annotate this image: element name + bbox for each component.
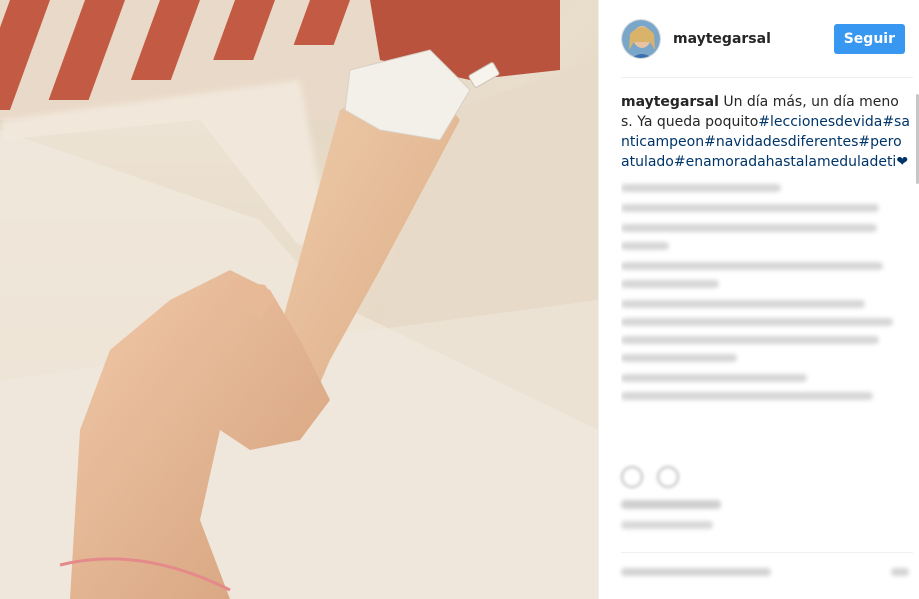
comment bbox=[621, 300, 910, 362]
more-options-icon[interactable] bbox=[891, 568, 909, 576]
post-photo[interactable] bbox=[0, 0, 598, 599]
blurred-comment-line bbox=[621, 392, 873, 400]
post-image bbox=[0, 0, 598, 599]
hashtag[interactable]: #enamoradahastalameduladeti bbox=[674, 154, 896, 170]
caption-username[interactable]: maytegarsal bbox=[621, 94, 719, 110]
author-avatar[interactable] bbox=[621, 18, 661, 59]
avatar-image bbox=[622, 19, 660, 58]
hashtag[interactable]: #leccionesdevida bbox=[758, 114, 882, 130]
comment bbox=[621, 224, 910, 250]
post-timestamp[interactable] bbox=[621, 521, 713, 529]
hashtag[interactable]: #navidadesdiferentes bbox=[704, 134, 858, 150]
blurred-comment-line bbox=[621, 336, 879, 344]
blurred-comment-line bbox=[621, 280, 719, 288]
blurred-comment-line bbox=[621, 262, 883, 270]
like-icon[interactable] bbox=[621, 466, 643, 488]
comment bbox=[621, 204, 910, 212]
post-caption: maytegarsal Un día más, un día menos. Ya… bbox=[621, 92, 910, 172]
likes-count[interactable] bbox=[621, 500, 721, 509]
comment-input[interactable] bbox=[621, 568, 771, 576]
blurred-comment-line bbox=[621, 242, 669, 250]
instagram-post: maytegarsal Seguir maytegarsal Un día má… bbox=[0, 0, 919, 599]
author-username[interactable]: maytegarsal bbox=[673, 31, 771, 47]
comment bbox=[621, 184, 910, 192]
post-header: maytegarsal Seguir bbox=[621, 0, 913, 78]
blurred-comment-line bbox=[621, 374, 807, 382]
comment-icon[interactable] bbox=[657, 466, 679, 488]
blurred-comment-line bbox=[621, 354, 737, 362]
blurred-comment-line bbox=[621, 300, 865, 308]
follow-button[interactable]: Seguir bbox=[833, 24, 905, 54]
comment bbox=[621, 374, 910, 400]
comments-section: maytegarsal Un día más, un día menos. Ya… bbox=[621, 92, 910, 464]
blurred-comment-line bbox=[621, 184, 781, 192]
blurred-comment-line bbox=[621, 204, 879, 212]
post-actions bbox=[621, 466, 679, 488]
blurred-comment-line bbox=[621, 318, 893, 326]
heart-emoji: ❤ bbox=[896, 154, 909, 170]
post-side-panel: maytegarsal Seguir maytegarsal Un día má… bbox=[598, 0, 919, 599]
blurred-comment-line bbox=[621, 224, 877, 232]
add-comment-bar bbox=[621, 552, 913, 592]
comment bbox=[621, 262, 910, 288]
